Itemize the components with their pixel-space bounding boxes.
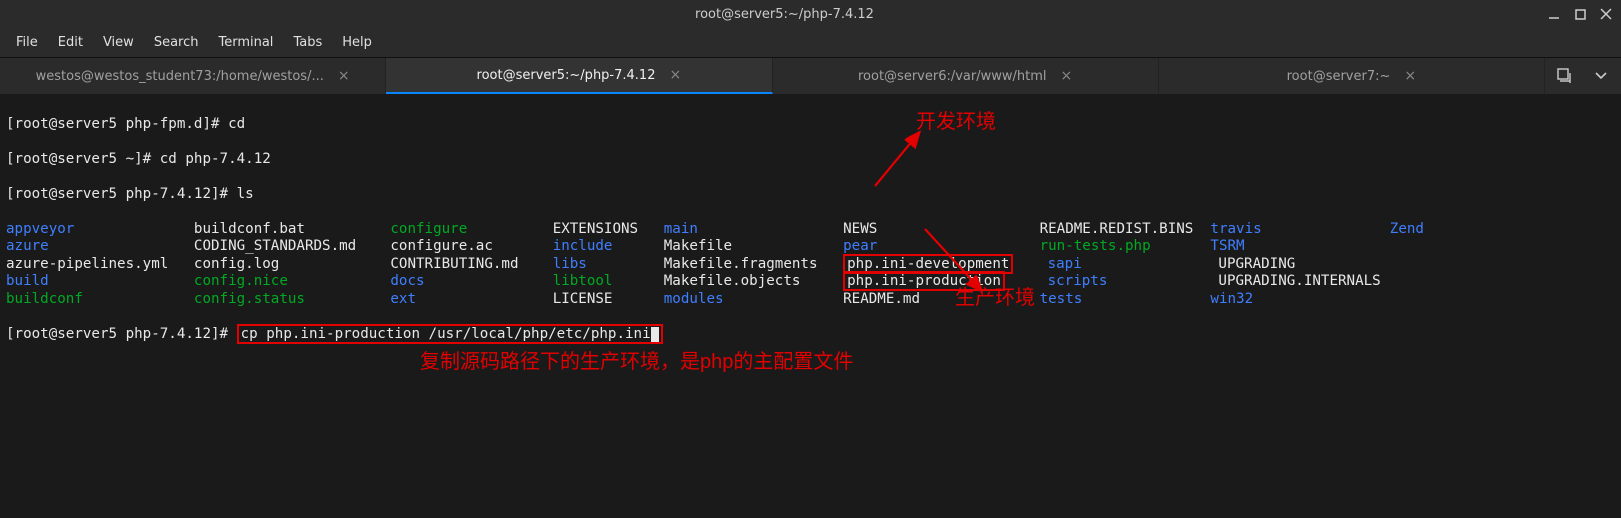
close-icon [1600,8,1612,20]
new-tab-button[interactable] [1553,64,1577,88]
ls-entry: appveyor [6,221,194,237]
prompt-line: [root@server5 php-7.4.12]# ls [6,186,1615,204]
prompt-line: [root@server5 php-fpm.d]# cd [6,116,1615,134]
new-tab-icon [1556,67,1574,85]
ls-entry: Makefile.fragments [664,256,843,272]
ls-entry: UPGRADING [1218,256,1397,272]
ls-entry: CONTRIBUTING.md [390,256,552,272]
menu-edit[interactable]: Edit [50,31,91,54]
ls-entry: docs [390,273,552,289]
ls-entry: build [6,273,194,289]
window-title: root@server5:~/php-7.4.12 [24,7,1545,22]
ls-entry: libtool [553,273,664,289]
ls-entry: ext [390,291,552,307]
tab-label: root@server5:~/php-7.4.12 [477,68,656,83]
tab-server6[interactable]: root@server6:/var/www/html × [773,58,1159,94]
ls-entry: libs [553,256,664,272]
menu-terminal[interactable]: Terminal [210,31,281,54]
menubar: File Edit View Search Terminal Tabs Help [0,28,1621,58]
tab-close-icon[interactable]: × [669,67,681,83]
ls-entry: UPGRADING.INTERNALS [1218,273,1397,289]
ls-row: build config.nice docs libtool Makefile.… [6,273,1615,291]
tab-server7[interactable]: root@server7:~ × [1159,58,1545,94]
arrow-icon [870,126,930,196]
tab-label: root@server7:~ [1287,69,1391,84]
menu-file[interactable]: File [8,31,46,54]
cursor [651,327,659,342]
ls-entry: tests [1040,291,1211,307]
tabbar: westos@westos_student73:/home/westos/...… [0,58,1621,94]
terminal[interactable]: [root@server5 php-fpm.d]# cd [root@serve… [0,94,1621,511]
ls-entry: include [553,238,664,254]
ls-entry: TSRM [1210,238,1389,254]
ls-entry: run-tests.php [1040,238,1211,254]
tab-server5[interactable]: root@server5:~/php-7.4.12 × [386,58,772,94]
menu-view[interactable]: View [95,31,142,54]
tab-menu-button[interactable] [1589,64,1613,88]
tab-westos[interactable]: westos@westos_student73:/home/westos/...… [0,58,386,94]
chevron-down-icon [1595,72,1607,80]
ls-entry: sapi [1048,256,1219,272]
minimize-icon [1548,8,1560,20]
prompt-line: [root@server5 ~]# cd php-7.4.12 [6,151,1615,169]
tab-close-icon[interactable]: × [1404,68,1416,84]
ls-entry: Makefile.objects [664,273,843,289]
ls-entry: azure-pipelines.yml [6,256,194,272]
ls-entry: README.REDIST.BINS [1040,221,1211,237]
tab-label: root@server6:/var/www/html [858,69,1047,84]
close-button[interactable] [1597,5,1615,23]
ls-entry: configure [390,221,552,237]
ls-entry: win32 [1210,291,1389,307]
menu-help[interactable]: Help [334,31,380,54]
ls-entry: azure [6,238,194,254]
highlight-cp-command: cp php.ini-production /usr/local/php/etc… [237,324,663,344]
ls-entry: scripts [1048,273,1219,289]
menu-search[interactable]: Search [146,31,207,54]
annotation-copy-text: 复制源码路径下的生产环境，是php的主配置文件 [420,354,853,372]
ls-entry: buildconf.bat [194,221,390,237]
ls-entry: configure.ac [390,238,552,254]
ls-entry: Zend [1390,221,1424,237]
ls-entry: config.status [194,291,390,307]
ls-entry: config.nice [194,273,390,289]
ls-row: appveyor buildconf.bat configure EXTENSI… [6,221,1615,239]
tab-label: westos@westos_student73:/home/westos/... [36,69,324,84]
menu-tabs[interactable]: Tabs [285,31,330,54]
ls-row: azure CODING_STANDARDS.md configure.ac i… [6,238,1615,256]
ls-entry: buildconf [6,291,194,307]
tab-close-icon[interactable]: × [1061,68,1073,84]
maximize-button[interactable] [1571,5,1589,23]
ls-row: azure-pipelines.yml config.log CONTRIBUT… [6,256,1615,274]
titlebar: root@server5:~/php-7.4.12 [0,0,1621,28]
ls-entry: travis [1210,221,1389,237]
ls-entry: config.log [194,256,390,272]
ls-entry: Makefile [664,238,843,254]
maximize-icon [1575,9,1586,20]
tab-close-icon[interactable]: × [338,68,350,84]
ls-entry: EXTENSIONS [553,221,664,237]
ls-entry: LICENSE [553,291,664,307]
ls-entry: main [664,221,843,237]
arrow-icon [920,224,1000,304]
ls-entry: modules [664,291,843,307]
ls-entry: CODING_STANDARDS.md [194,238,390,254]
minimize-button[interactable] [1545,5,1563,23]
ls-row: buildconf config.status ext LICENSE modu… [6,291,1615,309]
prompt-line: [root@server5 php-7.4.12]# cp php.ini-pr… [6,326,1615,344]
